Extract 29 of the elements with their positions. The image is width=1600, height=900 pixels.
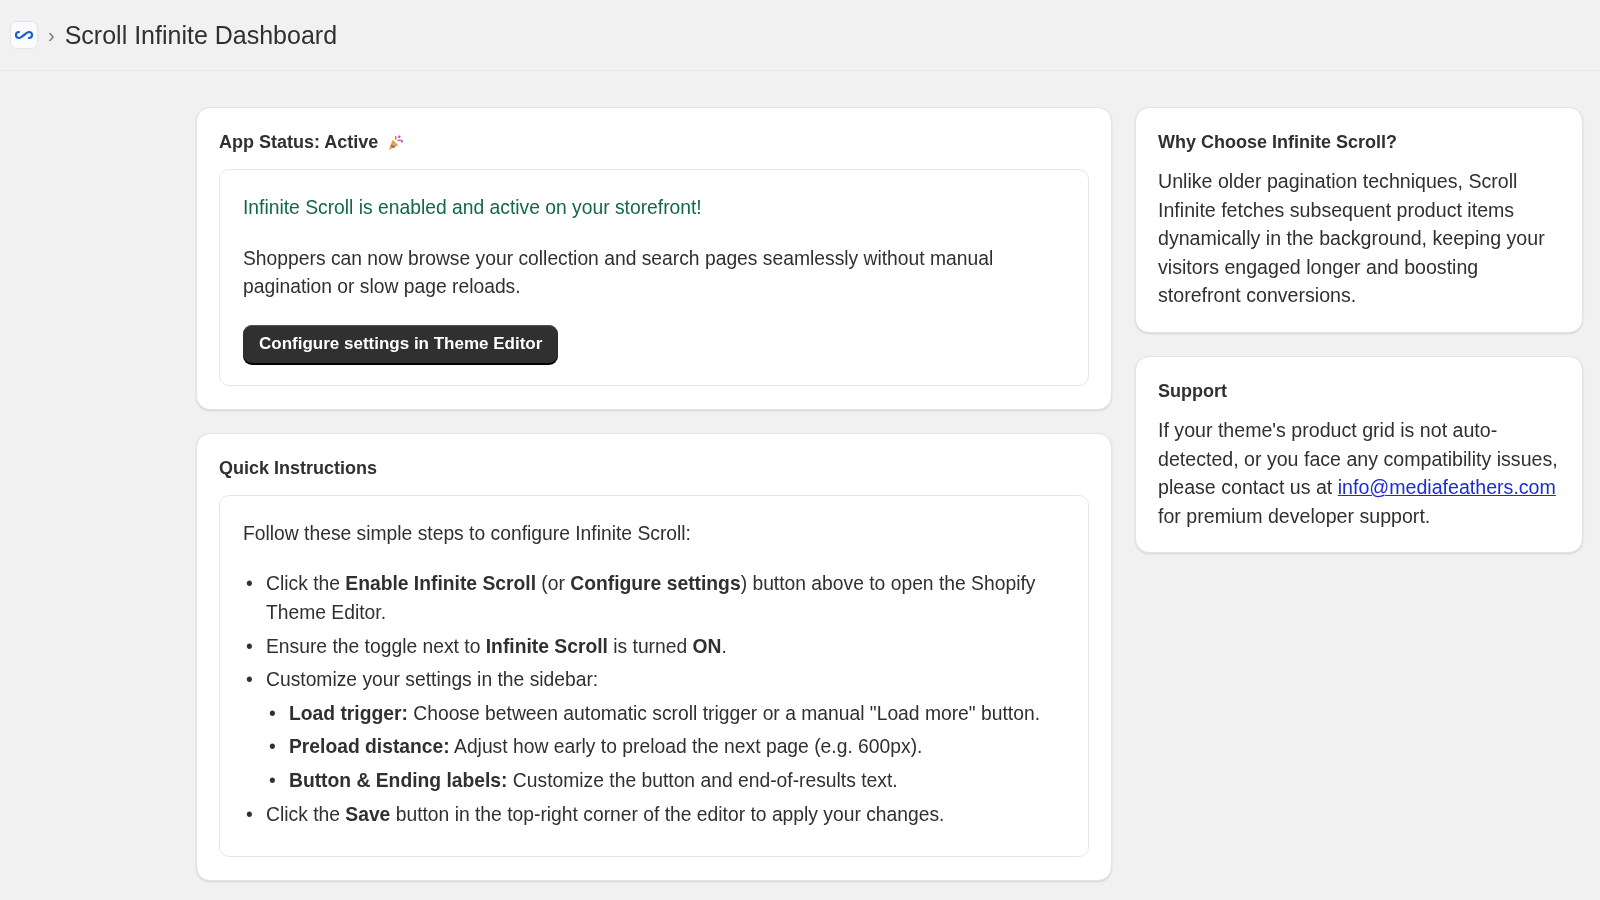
body-text: Unlike older pagination techniques, Scroll Infinite fetches subsequent product items dynamically in the background, keeping your visitors engaged longer and boosting storefront conversions.: [1158, 169, 1546, 309]
bullet-marker: •: [268, 735, 277, 760]
intro-text: Follow these simple steps to configure Infinite Scroll:: [243, 521, 692, 546]
app-logo-icon: [10, 21, 38, 49]
page-title: Scroll Infinite Dashboard: [64, 20, 338, 50]
body-text: If your theme's product grid is not auto-detected, or you face any compatibility issues, please contact us at info@mediafeathers.com for premium developer support.: [1158, 417, 1558, 529]
step-text: Customize your settings in the sidebar:: [266, 668, 599, 693]
bullet-marker: •: [268, 768, 277, 793]
step-text: Click the Enable Infinite Scroll (or Configure settings) button above to open the Shopify Theme Editor.: [266, 572, 1037, 625]
step-text: Click the Save button in the top-right corner of the editor to apply your changes.: [266, 802, 945, 827]
bullet-marker: •: [268, 701, 277, 726]
card-title: Why Choose Infinite Scroll?: [1158, 132, 1398, 153]
breadcrumb-separator: ›: [48, 23, 55, 47]
description-text: Shoppers can now browse your collection and search pages seamlessly without manual pagination or slow page reloads.: [243, 246, 995, 300]
status-message: Infinite Scroll is enabled and active on your storefront!: [243, 196, 703, 220]
bullet-marker: •: [245, 668, 254, 693]
bullet-marker: •: [245, 572, 254, 597]
configure-button[interactable]: Configure settings in Theme Editor: [243, 324, 559, 363]
bullet-marker: •: [245, 634, 254, 659]
email-link[interactable]: info@mediafeathers.com: [1337, 476, 1556, 499]
party-popper-icon: [386, 133, 406, 152]
step-text: Load trigger: Choose between automatic scroll trigger or a manual "Load more" button.: [289, 701, 1040, 726]
card-title: Support: [1158, 380, 1228, 402]
step-text: Preload distance: Adjust how early to preload the next page (e.g. 600px).: [289, 735, 923, 760]
step-text: Ensure the toggle next to Infinite Scroll is turned ON.: [266, 634, 727, 659]
card-title: App Status: Active: [219, 132, 379, 153]
card-title: Quick Instructions: [219, 457, 379, 479]
bullet-marker: •: [245, 802, 254, 827]
step-text: Button & Ending labels: Customize the button and end-of-results text.: [289, 768, 898, 793]
